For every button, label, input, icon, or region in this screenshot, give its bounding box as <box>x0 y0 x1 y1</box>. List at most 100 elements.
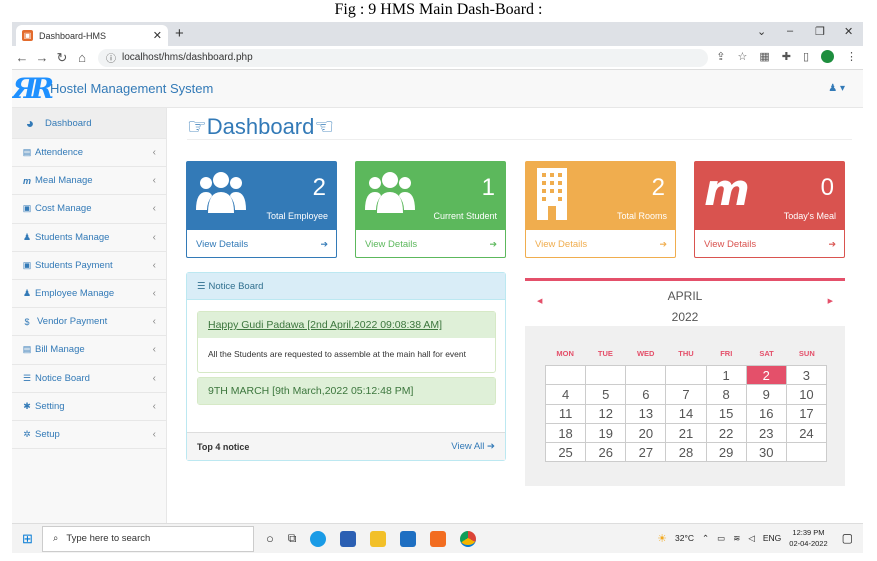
battery-icon[interactable]: ▭ <box>717 533 725 544</box>
calendar-day[interactable]: 26 <box>585 442 627 463</box>
calendar-day <box>625 364 667 386</box>
calendar-day[interactable]: 25 <box>544 442 587 463</box>
calendar-day[interactable]: 15 <box>705 403 747 424</box>
puzzle-icon[interactable]: ✚ <box>782 50 791 63</box>
file-explorer-icon[interactable] <box>370 530 387 547</box>
share-icon[interactable]: ⇪ <box>716 50 725 63</box>
close-tab-icon[interactable]: ✕ <box>153 29 162 42</box>
sidebar-item-notice-board[interactable]: ☰ Notice Board ‹ <box>12 365 166 393</box>
bookmark-star-icon[interactable]: ☆ <box>737 50 747 63</box>
view-details-link[interactable]: View Details ➔ <box>356 230 505 258</box>
extension-icon[interactable]: ▦ <box>759 50 769 63</box>
view-details-link[interactable]: View Details ➔ <box>695 230 844 258</box>
profile-avatar[interactable] <box>821 50 834 63</box>
calendar-day[interactable]: 16 <box>745 403 787 424</box>
minimize-icon[interactable]: – <box>787 25 793 37</box>
view-details-link[interactable]: View Details ➔ <box>187 230 336 258</box>
weather-icon[interactable]: ☀ <box>657 532 667 545</box>
calendar-day[interactable]: 3 <box>785 364 828 386</box>
cortana-icon[interactable]: ○ <box>266 531 274 546</box>
sidebar-item-setup[interactable]: ✲ Setup ‹ <box>12 421 166 450</box>
calendar-day[interactable]: 12 <box>585 403 627 424</box>
calendar-day[interactable]: 19 <box>585 422 627 444</box>
calendar-day[interactable]: 28 <box>665 442 707 463</box>
sidebar-item-label: Students Manage <box>35 231 110 243</box>
sidebar-item-cost-manage[interactable]: ▣ Cost Manage ‹ <box>12 195 166 224</box>
sidebar-item-students-manage[interactable]: ♟ Students Manage ‹ <box>12 224 166 252</box>
tray-chevron-icon[interactable]: ⌃ <box>702 533 709 544</box>
calendar-day[interactable]: 9 <box>745 384 787 405</box>
user-menu-icon[interactable]: ♟ ▾ <box>828 83 845 94</box>
hand-point-left-icon: ☜ <box>314 114 335 139</box>
calendar-day[interactable]: 6 <box>625 384 667 405</box>
calendar-day[interactable]: 8 <box>705 384 747 405</box>
sidebar-item-vendor-payment[interactable]: $ Vendor Payment ‹ <box>12 308 166 337</box>
notice-title[interactable]: 9TH MARCH [9th March,2022 05:12:48 PM] <box>198 378 495 404</box>
volume-icon[interactable]: ◁ <box>748 533 755 544</box>
sidebar-item-attendence[interactable]: ▤ Attendence ‹ <box>12 139 166 168</box>
notice-footer: Top 4 notice View All ➔ <box>187 432 505 460</box>
reload-icon[interactable]: ↻ <box>52 50 72 66</box>
store-icon[interactable] <box>340 530 357 547</box>
language-indicator[interactable]: ENG <box>763 533 781 543</box>
calendar-day[interactable]: 10 <box>785 384 828 405</box>
calendar-day-today[interactable]: 2 <box>745 364 787 386</box>
edge-icon[interactable] <box>310 530 327 547</box>
calendar-day[interactable]: 30 <box>745 442 787 463</box>
windows-start-icon[interactable]: ⊞ <box>22 531 33 547</box>
wifi-icon[interactable]: ≋ <box>733 533 740 544</box>
temperature[interactable]: 32°C <box>675 533 694 543</box>
sidebar-item-setting[interactable]: ✱ Setting ‹ <box>12 393 166 421</box>
mail-icon[interactable] <box>400 530 417 547</box>
notice-item: 9TH MARCH [9th March,2022 05:12:48 PM] <box>197 377 496 405</box>
notification-icon[interactable]: ▢ <box>842 531 853 545</box>
forward-icon[interactable]: → <box>32 50 52 65</box>
calendar-day[interactable]: 27 <box>625 442 667 463</box>
calendar-day[interactable]: 18 <box>544 422 587 444</box>
sidepanel-icon[interactable]: ▯ <box>803 50 809 63</box>
clock[interactable]: 12:39 PM 02-04-2022 <box>789 527 827 549</box>
url-field[interactable]: ⓘ localhost/hms/dashboard.php <box>98 48 708 67</box>
view-all-link[interactable]: View All ➔ <box>451 441 495 452</box>
calendar-day[interactable]: 22 <box>705 422 747 444</box>
chrome-icon[interactable] <box>460 530 477 547</box>
back-icon[interactable]: ← <box>12 50 32 65</box>
calendar-day[interactable]: 13 <box>625 403 667 424</box>
weekday-label: SAT <box>759 349 774 358</box>
app-title[interactable]: Hostel Management System <box>50 81 213 96</box>
taskbar-search[interactable]: ⌕ Type here to search <box>42 525 254 552</box>
new-tab-icon[interactable]: + <box>175 25 184 42</box>
xampp-icon[interactable] <box>430 530 447 547</box>
file-icon: ▤ <box>22 344 32 355</box>
calendar-day[interactable]: 14 <box>665 403 707 424</box>
calendar-day[interactable]: 17 <box>785 403 828 424</box>
browser-tab[interactable]: ▣ Dashboard-HMS ✕ <box>16 25 168 46</box>
calendar-day[interactable]: 5 <box>585 384 627 405</box>
calendar-day[interactable]: 21 <box>665 422 707 444</box>
home-icon[interactable]: ⌂ <box>72 50 92 65</box>
dashboard-gauge-icon: ◕ <box>25 115 35 131</box>
calendar-day[interactable]: 23 <box>745 422 787 444</box>
info-icon[interactable]: ⓘ <box>106 50 116 65</box>
restore-icon[interactable]: ❐ <box>815 25 825 38</box>
sidebar-item-bill-manage[interactable]: ▤ Bill Manage ‹ <box>12 336 166 365</box>
task-view-icon[interactable]: ⧉ <box>288 531 297 546</box>
calendar-day[interactable]: 20 <box>625 422 667 444</box>
calendar-day[interactable]: 11 <box>544 403 587 424</box>
close-window-icon[interactable]: ✕ <box>844 25 853 38</box>
notice-title-link[interactable]: Happy Gudi Padawa [2nd April,2022 09:08:… <box>198 312 495 338</box>
hms-logo[interactable]: ЯR <box>12 73 54 104</box>
calendar-day[interactable]: 4 <box>544 384 587 405</box>
view-details-link[interactable]: View Details ➔ <box>526 230 675 258</box>
calendar-day[interactable]: 7 <box>665 384 707 405</box>
sidebar-item-meal-manage[interactable]: m Meal Manage ‹ <box>12 167 166 196</box>
tab-search-icon[interactable]: ⌄ <box>757 25 766 38</box>
sidebar-item-employee-manage[interactable]: ♟ Employee Manage ‹ <box>12 280 166 309</box>
menu-kebab-icon[interactable]: ⋮ <box>846 50 857 63</box>
calendar-day[interactable]: 29 <box>705 442 747 463</box>
sidebar-item-students-payment[interactable]: ▣ Students Payment ‹ <box>12 252 166 280</box>
calendar-day[interactable]: 1 <box>705 364 747 386</box>
calendar-day[interactable]: 24 <box>785 422 828 444</box>
sidebar-item-dashboard[interactable]: ◕ Dashboard <box>12 108 166 139</box>
calendar-widget: ◀ ▶ APRIL 2022 MON TUE WED THU FRI SAT S… <box>525 278 845 486</box>
